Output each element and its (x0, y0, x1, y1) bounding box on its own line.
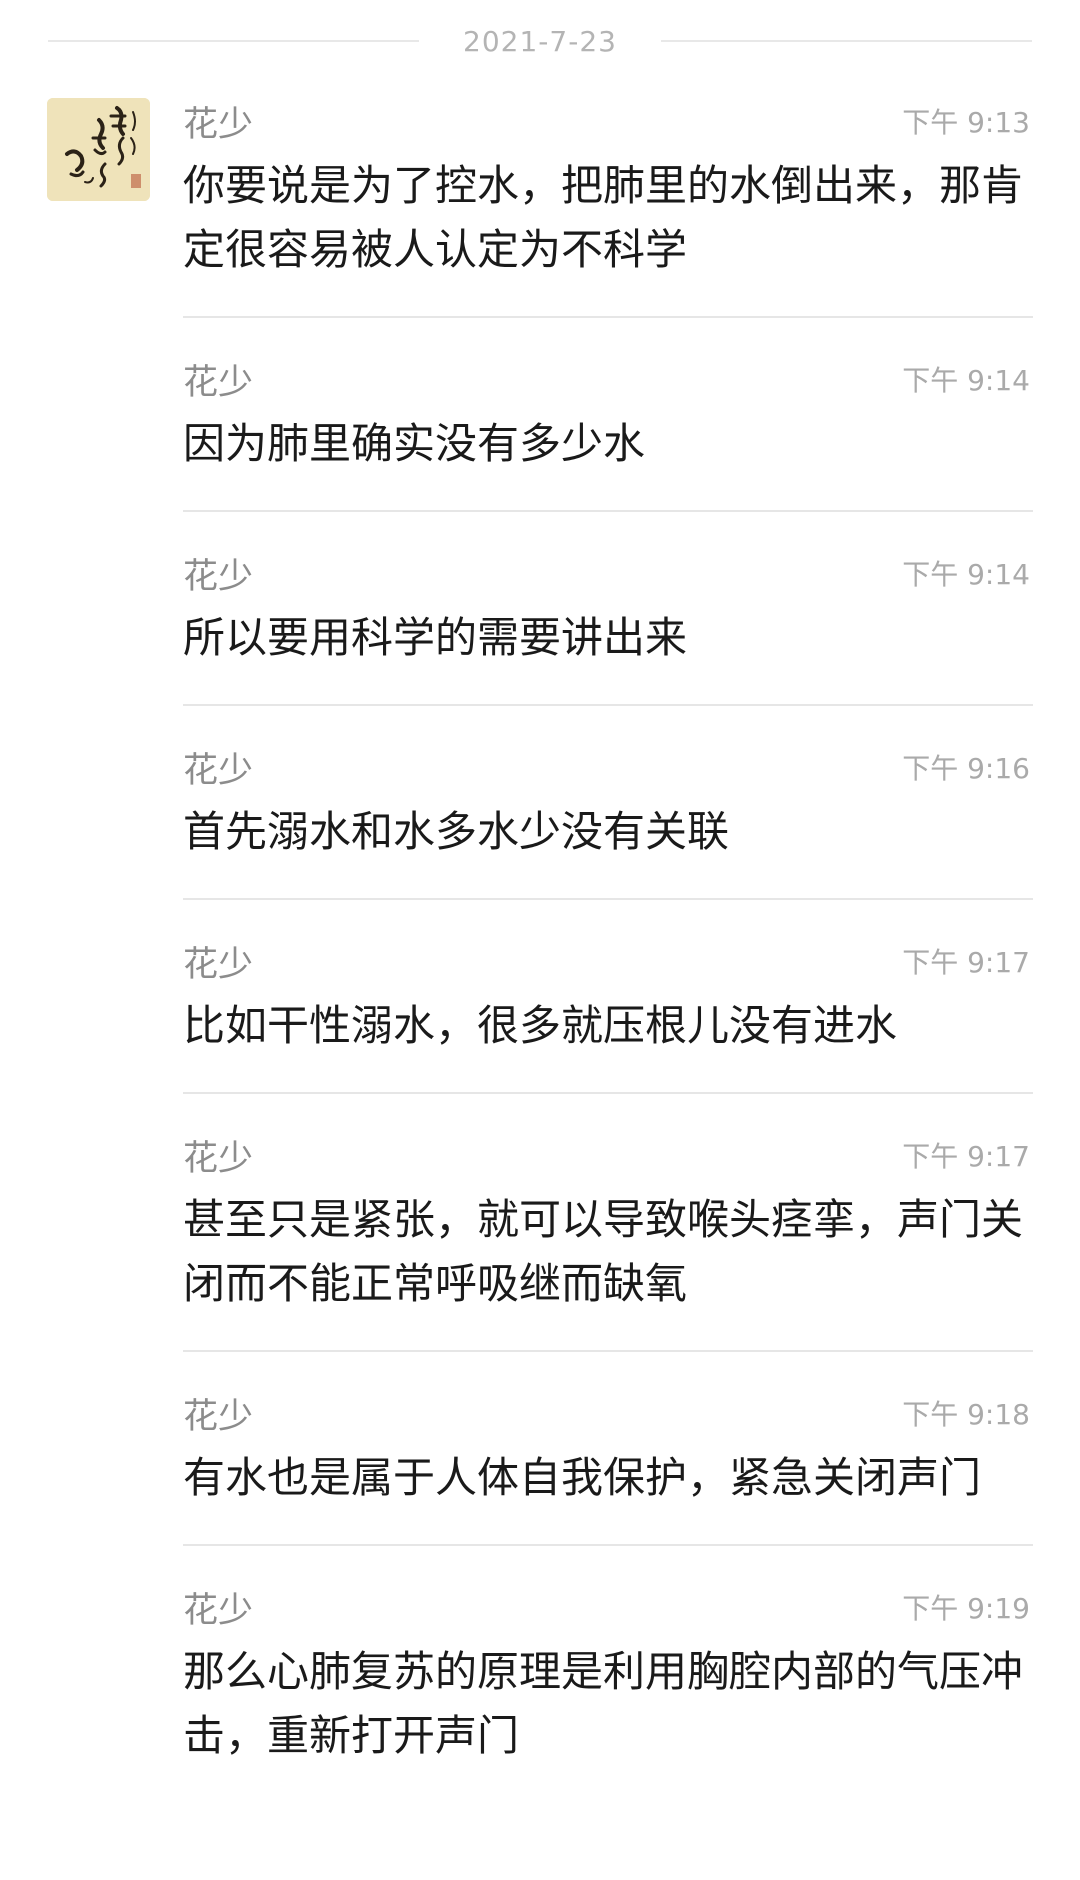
message-text: 你要说是为了控水，把肺里的水倒出来，那肯定很容易被人认定为不科学 (183, 161, 1024, 274)
message-time: 下午 9:14 (902, 364, 1030, 397)
message-text: 那么心肺复苏的原理是利用胸腔内部的气压冲击，重新打开声门 (183, 1647, 1024, 1760)
sender-name: 花少 (183, 1590, 254, 1631)
message-time: 下午 9:14 (902, 558, 1030, 591)
sender-name: 花少 (183, 750, 254, 791)
sender-name: 花少 (183, 556, 254, 597)
sender-name: 花少 (183, 944, 254, 985)
message-item[interactable]: 花少 下午 9:19 那么心肺复苏的原理是利用胸腔内部的气压冲击，重新打开声门 (183, 1544, 1033, 1802)
date-label: 2021-7-23 (463, 24, 617, 58)
message-time: 下午 9:19 (902, 1592, 1030, 1625)
divider-line-left (48, 40, 420, 42)
message-time: 下午 9:18 (902, 1398, 1030, 1431)
message-item[interactable]: 花少 下午 9:17 比如干性溺水，很多就压根儿没有进水 (183, 898, 1033, 1092)
sender-name: 花少 (183, 1138, 254, 1179)
message-time: 下午 9:13 (902, 106, 1030, 139)
sender-name: 花少 (183, 104, 254, 145)
message-text: 有水也是属于人体自我保护，紧急关闭声门 (183, 1453, 982, 1502)
message-time: 下午 9:16 (902, 752, 1030, 785)
message-text: 因为肺里确实没有多少水 (183, 419, 646, 468)
message-text: 甚至只是紧张，就可以导致喉头痉挛，声门关闭而不能正常呼吸继而缺氧 (183, 1195, 1024, 1308)
sender-name: 花少 (183, 1396, 254, 1437)
message-text: 比如干性溺水，很多就压根儿没有进水 (183, 1001, 898, 1050)
message-text: 所以要用科学的需要讲出来 (183, 613, 688, 662)
calligraphy-avatar-image (47, 98, 150, 201)
sender-name: 花少 (183, 362, 254, 403)
message-time: 下午 9:17 (902, 1140, 1030, 1173)
message-item[interactable]: 花少 下午 9:17 甚至只是紧张，就可以导致喉头痉挛，声门关闭而不能正常呼吸继… (183, 1092, 1033, 1350)
message-time: 下午 9:17 (902, 946, 1030, 979)
message-item[interactable]: 花少 下午 9:14 所以要用科学的需要讲出来 (183, 510, 1033, 704)
divider-line-right (660, 40, 1033, 42)
message-item[interactable]: 花少 下午 9:14 因为肺里确实没有多少水 (183, 316, 1033, 510)
message-text: 首先溺水和水多水少没有关联 (183, 807, 730, 856)
message-item[interactable]: 花少 下午 9:13 你要说是为了控水，把肺里的水倒出来，那肯定很容易被人认定为… (183, 84, 1033, 316)
message-list: 花少 下午 9:13 你要说是为了控水，把肺里的水倒出来，那肯定很容易被人认定为… (183, 84, 1033, 1802)
message-item[interactable]: 花少 下午 9:18 有水也是属于人体自我保护，紧急关闭声门 (183, 1350, 1033, 1544)
message-item[interactable]: 花少 下午 9:16 首先溺水和水多水少没有关联 (183, 704, 1033, 898)
date-divider: 2021-7-23 (48, 14, 1033, 68)
avatar[interactable] (47, 98, 150, 201)
